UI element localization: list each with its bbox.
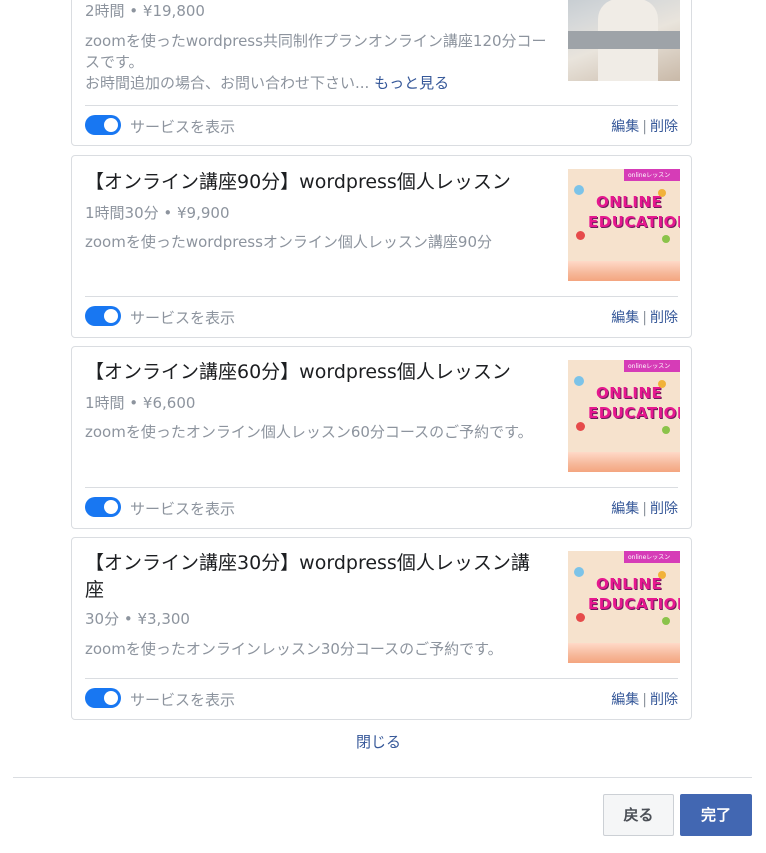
- service-image: onlineレッスン ONLINE EDUCATION: [568, 551, 680, 663]
- divider: [85, 487, 678, 488]
- show-service-label: サービスを表示: [130, 500, 236, 518]
- image-word: ONLINE: [596, 193, 663, 211]
- service-image: onlineレッスン ONLINE EDUCATION: [568, 360, 680, 472]
- image-word: ONLINE: [596, 575, 663, 593]
- service-title: 【オンライン講座60分】wordpress個人レッスン: [85, 361, 511, 383]
- service-title: 【オンライン講座30分】wordpress個人レッスン講座: [85, 552, 530, 601]
- service-actions: 編集 | 削除: [611, 689, 678, 709]
- show-service-toggle[interactable]: [85, 115, 121, 135]
- image-word: EDUCATION: [588, 213, 680, 231]
- footer-divider: [13, 777, 752, 778]
- service-description-text: zoomを使ったwordpress共同制作プランオンライン講座120分コースです…: [85, 32, 547, 71]
- image-band-text: onlineレッスン: [628, 172, 671, 179]
- show-service-label: サービスを表示: [130, 309, 236, 327]
- divider: [85, 105, 678, 106]
- separator: |: [642, 692, 647, 708]
- image-word: EDUCATION: [588, 595, 680, 613]
- divider: [85, 296, 678, 297]
- see-more-link[interactable]: もっと見る: [374, 74, 449, 92]
- image-word: ONLINE: [596, 384, 663, 402]
- image-word: EDUCATION: [588, 404, 680, 422]
- image-band-text: onlineレッスン: [628, 554, 671, 561]
- show-service-label: サービスを表示: [130, 691, 236, 709]
- edit-link[interactable]: 編集: [611, 501, 639, 517]
- services-dialog: 2時間 • ¥19,800 zoomを使ったwordpress共同制作プランオン…: [0, 0, 766, 853]
- image-band-text: onlineレッスン: [628, 363, 671, 370]
- service-duration-price: 1時間 • ¥6,600: [85, 394, 196, 412]
- service-duration-price: 2時間 • ¥19,800: [85, 2, 205, 20]
- delete-link[interactable]: 削除: [650, 310, 678, 326]
- service-duration-price: 1時間30分 • ¥9,900: [85, 204, 230, 222]
- delete-link[interactable]: 削除: [650, 501, 678, 517]
- service-description: zoomを使ったwordpress共同制作プランオンライン講座120分コースです…: [85, 31, 555, 94]
- show-service-label: サービスを表示: [130, 118, 236, 136]
- service-description-text-2: お時間追加の場合、お問い合わせ下さい...: [85, 74, 370, 92]
- service-description: zoomを使ったオンライン個人レッスン60分コースのご予約です。: [85, 423, 533, 441]
- edit-link[interactable]: 編集: [611, 310, 639, 326]
- service-actions: 編集 | 削除: [611, 498, 678, 518]
- separator: |: [642, 310, 647, 326]
- service-actions: 編集 | 削除: [611, 307, 678, 327]
- divider: [85, 678, 678, 679]
- service-card: 【オンライン講座60分】wordpress個人レッスン 1時間 • ¥6,600…: [71, 346, 692, 529]
- service-description: zoomを使ったオンラインレッスン30分コースのご予約です。: [85, 640, 503, 658]
- service-duration-price: 30分 • ¥3,300: [85, 610, 190, 628]
- edit-link[interactable]: 編集: [611, 692, 639, 708]
- separator: |: [642, 501, 647, 517]
- service-image: [568, 0, 680, 81]
- edit-link[interactable]: 編集: [611, 119, 639, 135]
- service-image: onlineレッスン ONLINE EDUCATION: [568, 169, 680, 281]
- done-button[interactable]: 完了: [680, 794, 752, 836]
- show-service-toggle[interactable]: [85, 688, 121, 708]
- service-card: 【オンライン講座90分】wordpress個人レッスン 1時間30分 • ¥9,…: [71, 155, 692, 338]
- service-card: 2時間 • ¥19,800 zoomを使ったwordpress共同制作プランオン…: [71, 0, 692, 146]
- close-link[interactable]: 閉じる: [356, 731, 401, 752]
- back-button[interactable]: 戻る: [603, 794, 674, 836]
- service-title: 【オンライン講座90分】wordpress個人レッスン: [85, 171, 511, 193]
- show-service-toggle[interactable]: [85, 497, 121, 517]
- delete-link[interactable]: 削除: [650, 692, 678, 708]
- show-service-toggle[interactable]: [85, 306, 121, 326]
- delete-link[interactable]: 削除: [650, 119, 678, 135]
- service-card: 【オンライン講座30分】wordpress個人レッスン講座 30分 • ¥3,3…: [71, 537, 692, 720]
- separator: |: [642, 119, 647, 135]
- service-description: zoomを使ったwordpressオンライン個人レッスン講座90分: [85, 233, 493, 251]
- service-actions: 編集 | 削除: [611, 116, 678, 136]
